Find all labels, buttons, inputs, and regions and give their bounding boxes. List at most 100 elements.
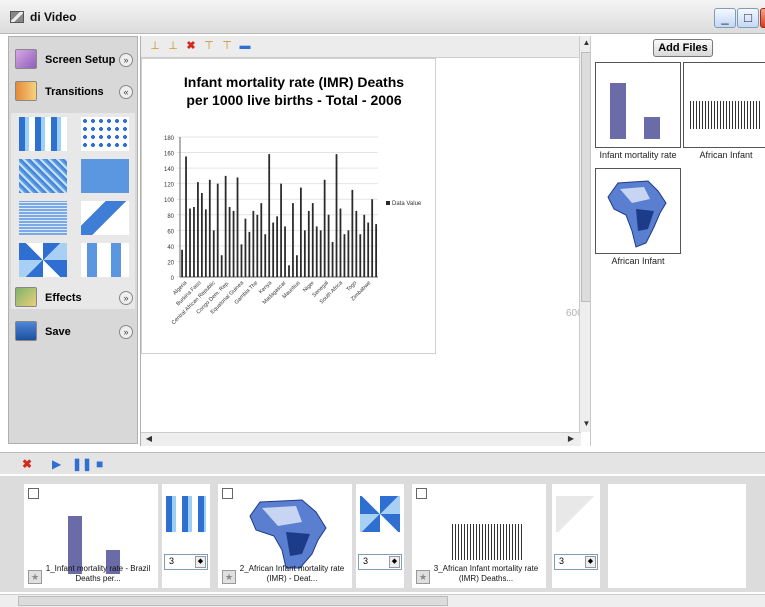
bar — [280, 183, 282, 277]
media-library-panel: Add Files Infant mortality rate African … — [590, 36, 765, 446]
transition-thumb[interactable] — [81, 117, 129, 151]
transition-thumb[interactable] — [19, 201, 67, 235]
y-tick-label: 80 — [167, 214, 174, 220]
timeline-clip[interactable]: ★ 1_Infant mortality rate - Brazil Death… — [24, 484, 158, 588]
bar — [339, 208, 342, 277]
bar — [244, 218, 247, 277]
bar — [315, 226, 318, 277]
media-thumb[interactable] — [595, 168, 681, 254]
timeline-transition[interactable]: 3 ◆ — [552, 484, 600, 588]
clip-caption: 2_African Infant mortality rate (IMR) - … — [239, 564, 345, 583]
delete-icon[interactable]: ✖ — [22, 457, 32, 471]
bar — [264, 234, 267, 277]
bar — [292, 203, 294, 277]
bar — [355, 210, 358, 277]
chart-frame[interactable]: Infant mortality rate (IMR) Deaths per 1… — [141, 58, 436, 354]
scroll-left-icon[interactable]: ◀ — [143, 433, 155, 445]
scroll-right-icon[interactable]: ▶ — [565, 433, 577, 445]
screen-setup-label: Screen Setup — [45, 54, 116, 66]
delete-icon[interactable]: ✖ — [185, 39, 197, 53]
chevron-up-icon[interactable]: « — [119, 85, 133, 99]
add-files-button[interactable]: Add Files — [653, 39, 713, 57]
stop-icon[interactable]: ■ — [96, 457, 103, 471]
close-button[interactable]: ✕ — [760, 8, 765, 28]
transitions-header[interactable]: Transitions « — [9, 77, 137, 107]
clip-checkbox[interactable] — [416, 488, 427, 499]
transition-duration: 3 — [169, 556, 175, 566]
transitions-icon — [15, 81, 37, 101]
timeline-empty-slot[interactable] — [608, 484, 746, 588]
bar — [284, 226, 286, 277]
left-panel: Screen Setup » Transitions « Effects » S… — [8, 36, 138, 444]
bar — [363, 214, 366, 277]
bar — [323, 179, 326, 277]
transition-thumb[interactable] — [19, 159, 67, 193]
stepper-icon[interactable]: ◆ — [195, 556, 206, 568]
save-header[interactable]: Save » — [9, 317, 137, 347]
transition-thumb[interactable] — [81, 201, 129, 235]
play-icon[interactable]: ▶ — [52, 457, 61, 471]
bar — [327, 214, 330, 277]
transition-duration-stepper[interactable]: 3 ◆ — [554, 554, 598, 570]
scroll-thumb[interactable] — [18, 596, 448, 606]
align-left-icon[interactable]: ⊥ — [149, 39, 161, 53]
bar — [299, 187, 302, 277]
bar — [260, 203, 263, 277]
media-thumb[interactable] — [683, 62, 765, 148]
canvas-toolbar: ⊥ ⊥ ✖ ⊤ ⊤ ▬ — [141, 36, 581, 58]
media-thumb[interactable] — [595, 62, 681, 148]
transition-duration-stepper[interactable]: 3 ◆ — [358, 554, 402, 570]
y-tick-label: 180 — [164, 136, 175, 142]
timeline-scrollbar[interactable] — [0, 594, 765, 607]
pause-icon[interactable]: ❚❚ — [72, 457, 92, 471]
bar — [331, 242, 334, 277]
transition-thumb[interactable] — [19, 117, 67, 151]
bar — [307, 210, 310, 277]
bar — [216, 183, 219, 277]
bar — [212, 230, 215, 277]
bar — [240, 244, 243, 277]
timeline-transition[interactable]: 3 ◆ — [356, 484, 404, 588]
transition-thumb[interactable] — [81, 159, 129, 193]
screen-setup-header[interactable]: Screen Setup » — [9, 45, 137, 75]
media-label: Infant mortality rate — [599, 150, 677, 160]
transitions-label: Transitions — [45, 86, 104, 98]
bar — [232, 210, 235, 277]
chevron-down-icon[interactable]: » — [119, 53, 133, 67]
timeline-transition[interactable]: 3 ◆ — [162, 484, 210, 588]
timeline-clip[interactable]: ★ 3_African Infant mortality rate (IMR) … — [412, 484, 546, 588]
effects-header[interactable]: Effects » — [9, 283, 137, 313]
transition-duration-stepper[interactable]: 3 ◆ — [164, 554, 208, 570]
maximize-button[interactable]: □ — [737, 8, 759, 28]
minimize-button[interactable]: _ — [714, 8, 736, 28]
clip-checkbox[interactable] — [28, 488, 39, 499]
timeline-clip[interactable]: ★ 2_African Infant mortality rate (IMR) … — [218, 484, 352, 588]
canvas-horizontal-scrollbar[interactable]: ◀ ▶ — [141, 432, 581, 446]
stepper-icon[interactable]: ◆ — [389, 556, 400, 568]
transition-preview — [360, 496, 400, 532]
move-up-icon[interactable]: ⊤ — [203, 39, 215, 53]
transition-duration: 3 — [559, 556, 565, 566]
y-tick-label: 120 — [164, 183, 175, 189]
align-center-icon[interactable]: ⊥ — [167, 39, 179, 53]
move-down-icon[interactable]: ⊤ — [221, 39, 233, 53]
screen-icon[interactable]: ▬ — [239, 39, 251, 53]
y-tick-label: 140 — [164, 167, 175, 173]
y-tick-label: 40 — [167, 245, 174, 251]
transition-thumb[interactable] — [19, 243, 67, 277]
bar — [367, 222, 370, 277]
transition-thumb[interactable] — [81, 243, 129, 277]
transitions-list — [11, 113, 135, 309]
bar — [224, 175, 227, 277]
y-tick-label: 100 — [164, 198, 175, 204]
chevron-down-icon[interactable]: » — [119, 291, 133, 305]
clip-checkbox[interactable] — [222, 488, 233, 499]
bar — [303, 230, 306, 277]
transition-preview — [556, 496, 596, 532]
player-controls: ✖ ▶ ❚❚ ■ — [0, 452, 765, 474]
chevron-down-icon[interactable]: » — [119, 325, 133, 339]
bar — [335, 154, 338, 277]
stepper-icon[interactable]: ◆ — [585, 556, 596, 568]
bar — [236, 177, 239, 277]
bar — [200, 193, 203, 277]
